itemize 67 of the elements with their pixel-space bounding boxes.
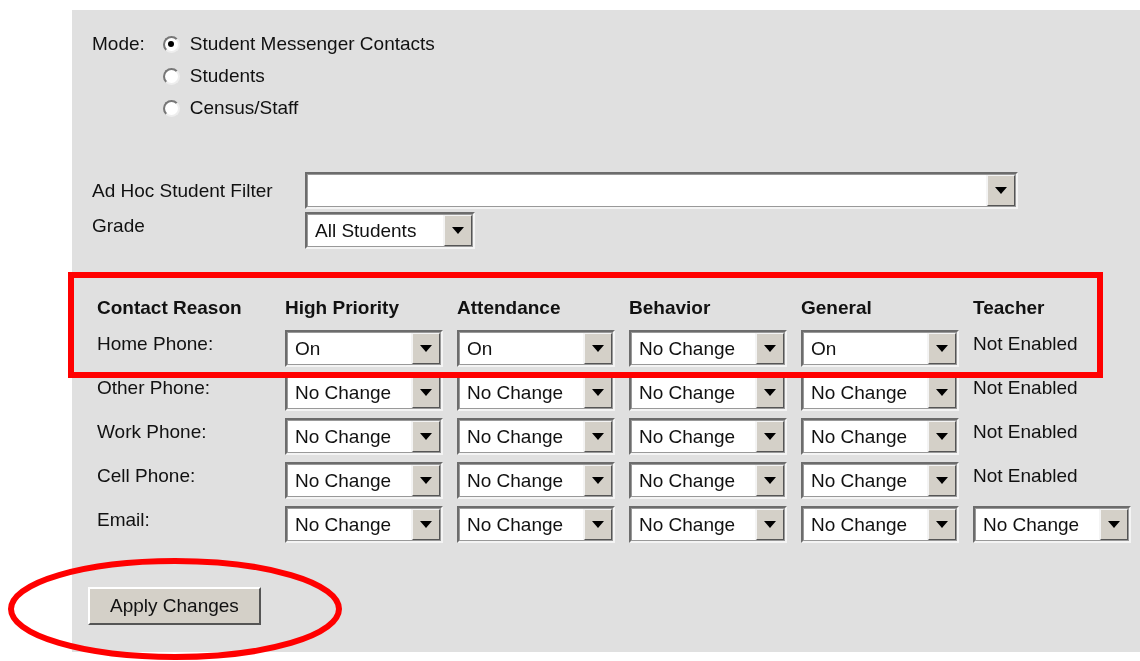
caret-icon [764, 477, 776, 484]
caret-icon [936, 389, 948, 396]
caret-icon [764, 389, 776, 396]
column-header: General [801, 296, 873, 320]
caret-icon [592, 521, 604, 528]
caret-icon [420, 433, 432, 440]
caret-icon [936, 345, 948, 352]
caret-icon [420, 345, 432, 352]
radio-label: Census/Staff [189, 96, 299, 120]
dropdown[interactable]: No Change [801, 462, 959, 499]
caret-icon [764, 433, 776, 440]
field-label: Ad Hoc Student Filter [92, 178, 274, 203]
apply-changes-button[interactable]: Apply Changes [88, 587, 261, 625]
caret-icon [1108, 521, 1120, 528]
column-header: Teacher [973, 296, 1046, 320]
dropdown[interactable]: No Change [285, 418, 443, 455]
caret-icon [420, 389, 432, 396]
row-label: Email: [97, 509, 150, 530]
caret-icon [764, 345, 776, 352]
field-label: Mode: [92, 32, 145, 56]
filter-dropdown[interactable] [305, 172, 1018, 209]
dropdown[interactable]: No Change [457, 462, 615, 499]
field-label: Grade [92, 213, 146, 238]
radio-label: Students [189, 64, 265, 88]
dropdown[interactable]: No Change [973, 506, 1131, 543]
radio-button[interactable] [162, 99, 180, 117]
caret-icon [995, 187, 1007, 194]
caret-icon [592, 345, 604, 352]
status-text: Not Enabled [973, 333, 1078, 354]
column-header: Contact Reason [97, 296, 243, 320]
caret-icon [452, 227, 464, 234]
dropdown[interactable]: On [801, 330, 959, 367]
dropdown[interactable]: All Students [305, 212, 475, 249]
status-text: Not Enabled [973, 377, 1078, 398]
dropdown[interactable]: On [285, 330, 443, 367]
radio-button[interactable] [162, 67, 180, 85]
dropdown[interactable]: No Change [801, 506, 959, 543]
column-header: High Priority [285, 296, 400, 320]
caret-icon [936, 521, 948, 528]
dropdown[interactable]: No Change [285, 462, 443, 499]
dropdown[interactable]: No Change [629, 506, 787, 543]
caret-icon [936, 477, 948, 484]
column-header: Attendance [457, 296, 562, 320]
dropdown[interactable]: No Change [285, 506, 443, 543]
dropdown[interactable]: No Change [457, 418, 615, 455]
caret-icon [592, 433, 604, 440]
status-text: Not Enabled [973, 421, 1078, 442]
caret-icon [592, 477, 604, 484]
status-text: Not Enabled [973, 465, 1078, 486]
caret-icon [592, 389, 604, 396]
dropdown[interactable]: No Change [801, 418, 959, 455]
radio-button[interactable] [162, 35, 180, 53]
dropdown[interactable]: On [457, 330, 615, 367]
row-label: Cell Phone: [97, 465, 196, 486]
dropdown[interactable]: No Change [629, 330, 787, 367]
dropdown[interactable]: No Change [629, 462, 787, 499]
row-label: Work Phone: [97, 421, 207, 442]
caret-icon [764, 521, 776, 528]
caret-icon [420, 477, 432, 484]
caret-icon [936, 433, 948, 440]
radio-label: Student Messenger Contacts [189, 32, 435, 56]
row-label: Other Phone: [97, 377, 211, 398]
dropdown[interactable]: No Change [629, 418, 787, 455]
dropdown[interactable]: No Change [457, 506, 615, 543]
row-label: Home Phone: [97, 333, 214, 354]
column-header: Behavior [629, 296, 712, 320]
caret-icon [420, 521, 432, 528]
